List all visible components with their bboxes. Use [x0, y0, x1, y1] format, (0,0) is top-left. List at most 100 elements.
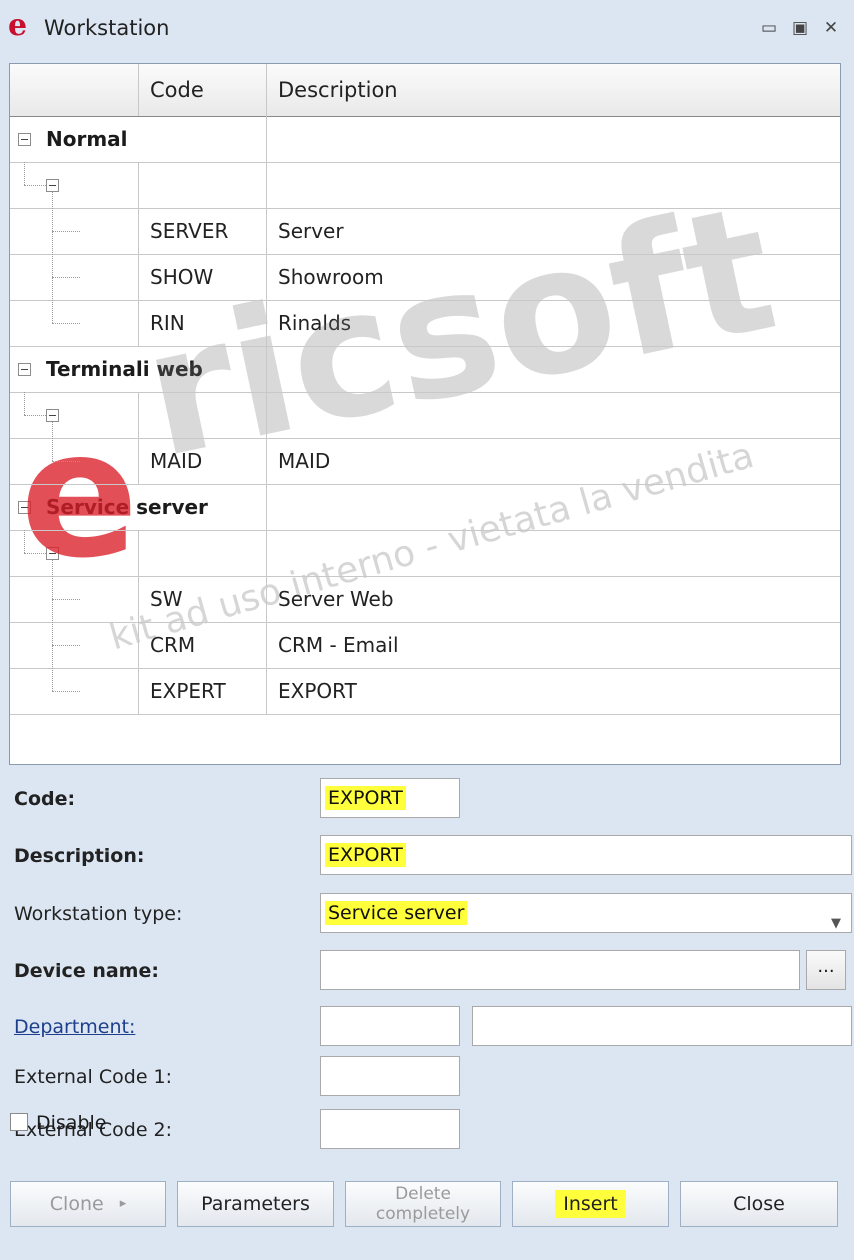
grid-line [138, 576, 139, 622]
disable-label[interactable]: Disable [36, 1112, 106, 1134]
table-row[interactable]: SHOW Showroom [10, 254, 840, 300]
table-row[interactable]: SW Server Web [10, 576, 840, 622]
grid-line [266, 392, 267, 438]
minimize-button[interactable]: ▭ [758, 18, 780, 38]
code-label: Code: [14, 788, 76, 810]
description-cell: Server [278, 219, 344, 243]
description-label: Description: [14, 845, 145, 867]
table-row[interactable]: CRM CRM - Email [10, 622, 840, 668]
column-header-description[interactable]: Description [278, 64, 398, 116]
grid-line [266, 484, 267, 530]
workstation-type-value: Service server [325, 901, 468, 925]
clone-button[interactable]: Clone ▸ [10, 1181, 166, 1227]
group-row-terminali-web[interactable]: Terminali web [10, 346, 840, 392]
grid-line [138, 438, 139, 484]
grid-line [52, 323, 80, 324]
external-code-2-input[interactable] [320, 1109, 460, 1149]
grid-line [52, 599, 80, 600]
disable-checkbox[interactable] [10, 1113, 28, 1131]
title-bar: e Workstation ▭ ▣ ✕ [0, 0, 854, 62]
collapse-icon[interactable] [18, 363, 31, 376]
browse-device-button[interactable]: ... [806, 950, 846, 990]
code-cell: CRM [150, 633, 196, 657]
grid-line [24, 530, 25, 553]
grid-line [10, 530, 840, 531]
grid-line [266, 530, 267, 576]
window-title: Workstation [44, 16, 170, 40]
grid-line [10, 392, 840, 393]
grid-line [266, 576, 267, 622]
grid-line [24, 553, 46, 554]
grid-line [138, 162, 139, 208]
table-row[interactable]: RIN Rinalds [10, 300, 840, 346]
grid-line [10, 714, 840, 715]
parameters-button[interactable]: Parameters [177, 1181, 334, 1227]
grid-line [10, 162, 840, 163]
subgroup-row[interactable] [10, 162, 840, 208]
grid-line [10, 208, 840, 209]
code-cell: EXPERT [150, 679, 226, 703]
chevron-down-icon: ▼ [831, 916, 841, 931]
collapse-icon[interactable] [46, 547, 59, 560]
subgroup-row[interactable] [10, 392, 840, 438]
header-divider [138, 64, 139, 116]
department-code-input[interactable] [320, 1006, 460, 1046]
table-row[interactable]: EXPERT EXPORT [10, 668, 840, 714]
subgroup-row[interactable] [10, 530, 840, 576]
grid-line [10, 668, 840, 669]
grid-line [138, 208, 139, 254]
grid-header: Code Description [10, 64, 840, 117]
delete-completely-button[interactable]: Delete completely [345, 1181, 501, 1227]
grid-line [266, 622, 267, 668]
grid-line [52, 645, 80, 646]
workstation-type-select[interactable]: Service server ▼ [320, 893, 852, 933]
insert-label: Insert [555, 1190, 626, 1218]
device-name-label: Device name: [14, 960, 159, 982]
app-logo: e [8, 8, 28, 43]
grid-line [10, 438, 840, 439]
grid-line [52, 422, 53, 461]
grid-line [52, 277, 80, 278]
maximize-button[interactable]: ▣ [789, 18, 811, 38]
grid-line [52, 560, 53, 691]
column-header-code[interactable]: Code [150, 64, 204, 116]
table-row[interactable]: SERVER Server [10, 208, 840, 254]
department-link[interactable]: Department: [14, 1016, 135, 1038]
workstation-type-label: Workstation type: [14, 903, 183, 925]
grid-line [266, 438, 267, 484]
collapse-icon[interactable] [46, 179, 59, 192]
group-row-service-server[interactable]: Service server [10, 484, 840, 530]
grid-line [266, 162, 267, 208]
code-input[interactable]: EXPORT [320, 778, 460, 818]
grid-line [10, 576, 840, 577]
close-button[interactable]: Close [680, 1181, 838, 1227]
collapse-icon[interactable] [18, 133, 31, 146]
description-cell: Server Web [278, 587, 394, 611]
close-window-button[interactable]: ✕ [820, 18, 842, 38]
external-code-1-input[interactable] [320, 1056, 460, 1096]
grid-line [138, 300, 139, 346]
workstation-grid[interactable]: Code Description Normal SERVER Server SH… [9, 63, 841, 765]
code-cell: RIN [150, 311, 185, 335]
grid-line [266, 208, 267, 254]
grid-line [24, 185, 46, 186]
collapse-icon[interactable] [18, 501, 31, 514]
group-row-normal[interactable]: Normal [10, 116, 840, 162]
code-cell: SERVER [150, 219, 229, 243]
grid-line [266, 116, 267, 162]
collapse-icon[interactable] [46, 409, 59, 422]
group-label: Service server [46, 495, 208, 519]
grid-line [10, 254, 840, 255]
table-row[interactable]: MAID MAID [10, 438, 840, 484]
chevron-right-icon: ▸ [119, 1196, 127, 1211]
grid-line [10, 300, 840, 301]
insert-button[interactable]: Insert [512, 1181, 669, 1227]
device-name-input[interactable] [320, 950, 800, 990]
code-value: EXPORT [325, 786, 406, 810]
department-name-input [472, 1006, 852, 1046]
external-code-1-label: External Code 1: [14, 1066, 173, 1088]
grid-line [266, 300, 267, 346]
grid-line [266, 254, 267, 300]
description-input[interactable]: EXPORT [320, 835, 852, 875]
grid-line [24, 415, 46, 416]
